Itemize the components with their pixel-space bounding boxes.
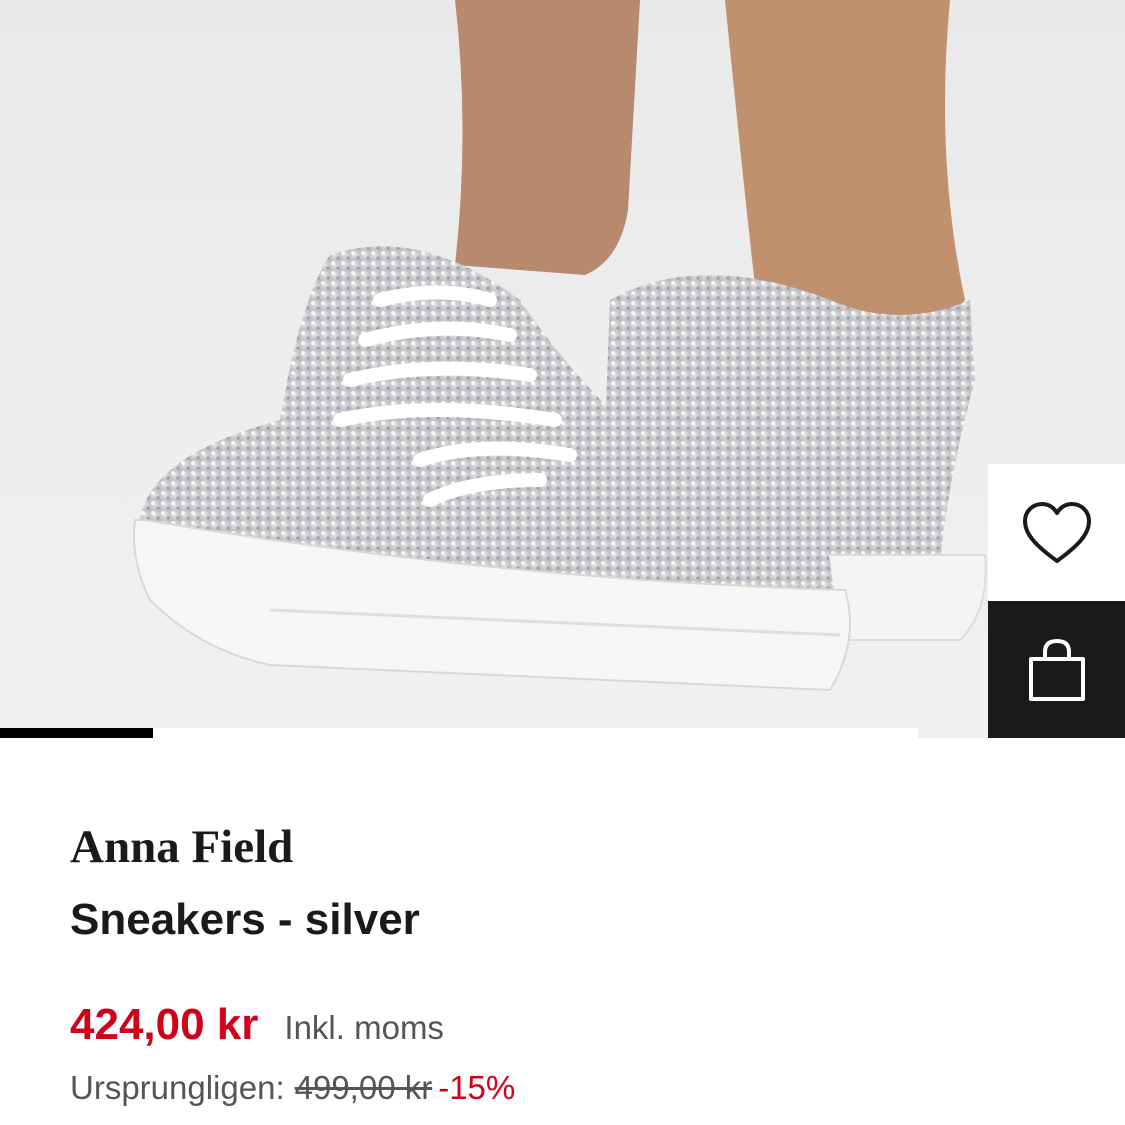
- product-info: Anna Field Sneakers - silver 424,00 kr I…: [70, 818, 1085, 1110]
- heart-outline-icon: [1022, 501, 1091, 563]
- original-price-row: Ursprungligen: 499,00 kr -15%: [70, 1066, 1085, 1110]
- brand-name[interactable]: Anna Field: [70, 818, 1085, 876]
- image-pager: [0, 728, 918, 738]
- current-price: 424,00 kr: [70, 1000, 259, 1049]
- product-image[interactable]: [0, 0, 1125, 738]
- shopping-bag-icon: [1028, 638, 1085, 701]
- discount-badge: -15%: [438, 1069, 516, 1106]
- image-pager-indicator: [0, 728, 153, 738]
- product-page: Anna Field Sneakers - silver 424,00 kr I…: [0, 0, 1125, 1125]
- add-to-bag-button[interactable]: [988, 601, 1125, 738]
- original-price: 499,00 kr: [294, 1069, 433, 1106]
- original-price-label: Ursprungligen:: [70, 1069, 285, 1106]
- wishlist-button[interactable]: [988, 464, 1125, 601]
- sneaker-photo: [133, 0, 987, 692]
- price-row: 424,00 kr Inkl. moms: [70, 1000, 1085, 1052]
- product-name: Sneakers - silver: [70, 895, 420, 944]
- vat-note: Inkl. moms: [284, 1009, 444, 1046]
